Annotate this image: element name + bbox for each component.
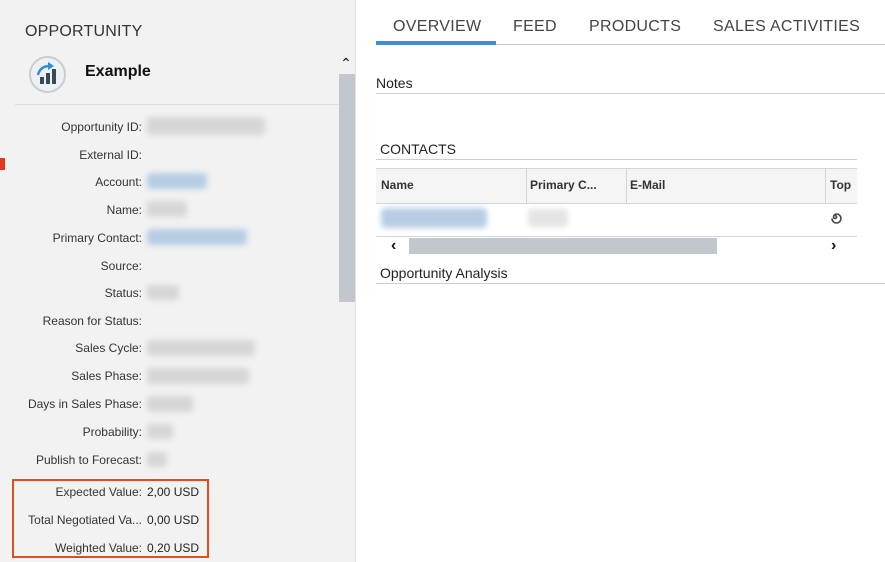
panel-header-title: OPPORTUNITY [25, 23, 143, 40]
table-row-divider [376, 236, 857, 237]
redacted-value-status [147, 285, 179, 300]
field-label-name: Name: [106, 203, 142, 217]
chevron-up-icon[interactable]: ⌃ [339, 55, 353, 71]
header-divider [15, 104, 355, 105]
redacted-value-publish-to-forecast [147, 452, 167, 467]
analysis-divider [376, 283, 885, 284]
contacts-divider [376, 159, 857, 160]
tab-active-indicator [376, 41, 496, 45]
redacted-value-days-in-phase [147, 396, 193, 412]
column-separator[interactable] [526, 169, 527, 203]
field-label-reason-for-status: Reason for Status: [42, 314, 142, 328]
field-label-days-in-sales-phase: Days in Sales Phase: [27, 397, 142, 411]
field-label-probability: Probability: [82, 425, 142, 439]
notes-divider [376, 93, 885, 94]
section-notes-title: Notes [376, 75, 413, 91]
field-label-sales-cycle: Sales Cycle: [75, 341, 142, 355]
redacted-value-name [147, 201, 187, 217]
redacted-value-opportunity-id [147, 117, 265, 135]
field-label-account: Account: [95, 175, 142, 189]
opportunity-name: Example [85, 63, 151, 80]
swirl-icon[interactable] [827, 209, 843, 225]
value-highlight-box [12, 479, 209, 558]
contacts-table-header: Name Primary C... E-Mail Top [376, 168, 857, 204]
horizontal-scrollbar-thumb[interactable] [409, 238, 717, 254]
section-opportunity-analysis-title: Opportunity Analysis [380, 265, 508, 281]
column-separator[interactable] [626, 169, 627, 203]
scroll-left-icon[interactable]: ‹ [391, 238, 396, 254]
opportunity-chart-icon [29, 56, 66, 93]
scroll-right-icon[interactable]: › [831, 238, 836, 254]
field-label-publish-to-forecast: Publish to Forecast: [35, 453, 142, 467]
field-label-source: Source: [100, 259, 142, 273]
column-separator[interactable] [825, 169, 826, 203]
redacted-value-probability [147, 424, 173, 439]
redacted-value-sales-phase [147, 368, 249, 384]
redacted-link-account[interactable] [147, 173, 207, 189]
redacted-primary-contact-flag [528, 209, 568, 227]
column-header-primary-contact[interactable]: Primary C... [530, 178, 614, 192]
tab-sales-activities[interactable]: SALES ACTIVITIES [713, 18, 860, 36]
section-contacts-title: CONTACTS [380, 141, 456, 157]
tab-feed[interactable]: FEED [513, 18, 557, 36]
vertical-scrollbar-thumb[interactable] [339, 74, 355, 302]
tab-overview[interactable]: OVERVIEW [393, 18, 481, 36]
field-label-external-id: External ID: [79, 148, 142, 162]
column-header-top[interactable]: Top [830, 178, 858, 192]
field-label-primary-contact: Primary Contact: [52, 231, 142, 245]
redacted-contact-name-link[interactable] [381, 208, 487, 228]
tab-products[interactable]: PRODUCTS [589, 18, 681, 36]
column-header-email[interactable]: E-Mail [630, 178, 820, 192]
field-label-sales-phase: Sales Phase: [71, 369, 142, 383]
redacted-link-primary-contact[interactable] [147, 229, 247, 245]
field-label-opportunity-id: Opportunity ID: [61, 120, 142, 134]
field-label-status: Status: [104, 286, 142, 300]
column-header-name[interactable]: Name [381, 178, 521, 192]
redacted-value-sales-cycle [147, 340, 255, 356]
